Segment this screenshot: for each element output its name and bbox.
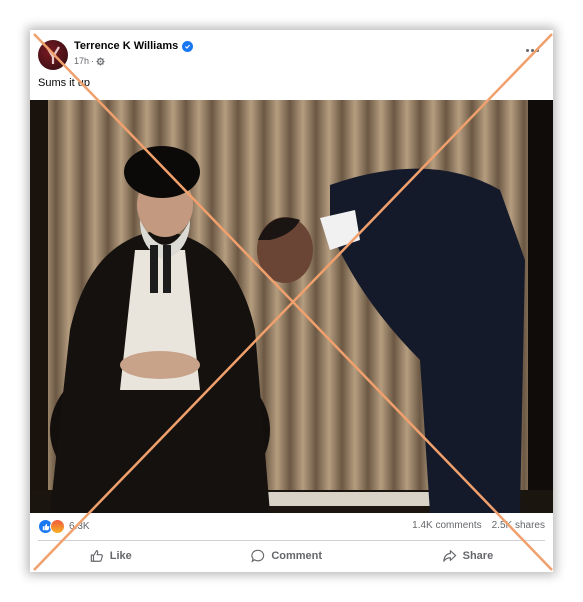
dot-icon (525, 48, 529, 52)
comment-count[interactable]: 1.4K comments (412, 520, 481, 531)
comment-label: Comment (271, 550, 323, 562)
meta-separator: · (91, 56, 95, 66)
reaction-count[interactable]: 6.3K (69, 521, 90, 532)
post-meta: 17h · (74, 56, 105, 66)
post-caption: Sums it up (38, 77, 90, 89)
engagement-counts: 1.4K comments 2.5K shares (412, 520, 545, 531)
post-actions: Like Comment Share (30, 542, 553, 570)
post-photo[interactable] (30, 100, 553, 513)
share-label: Share (462, 550, 494, 562)
verified-badge-icon (182, 40, 194, 52)
post-time[interactable]: 17h (74, 56, 89, 66)
dot-icon (535, 48, 539, 52)
comment-bubble-icon (251, 549, 265, 563)
like-label: Like (109, 550, 132, 562)
comment-button[interactable]: Comment (241, 547, 332, 565)
share-count[interactable]: 2.5K shares (492, 520, 545, 531)
facebook-post-card: Terrence K Williams 17h · Sums it up 6.3… (30, 30, 553, 572)
share-button[interactable]: Share (432, 547, 504, 565)
thumbs-up-icon (90, 550, 103, 562)
post-stats: 6.3K 1.4K comments 2.5K shares (30, 513, 553, 539)
angry-reaction-icon (50, 519, 65, 534)
author-avatar[interactable] (38, 40, 68, 70)
avatar-image (46, 46, 60, 64)
dot-icon (530, 48, 534, 52)
action-divider (38, 540, 545, 541)
photo-illustration (30, 100, 553, 513)
like-button[interactable]: Like (80, 547, 142, 565)
post-header: Terrence K Williams 17h · Sums it up (30, 30, 553, 100)
reactions-summary[interactable]: 6.3K (38, 519, 90, 534)
gear-icon (96, 56, 105, 66)
author-name[interactable]: Terrence K Williams (74, 40, 178, 52)
author-name-row[interactable]: Terrence K Williams (74, 40, 194, 52)
more-options-button[interactable] (523, 44, 541, 56)
share-arrow-icon (442, 550, 456, 562)
